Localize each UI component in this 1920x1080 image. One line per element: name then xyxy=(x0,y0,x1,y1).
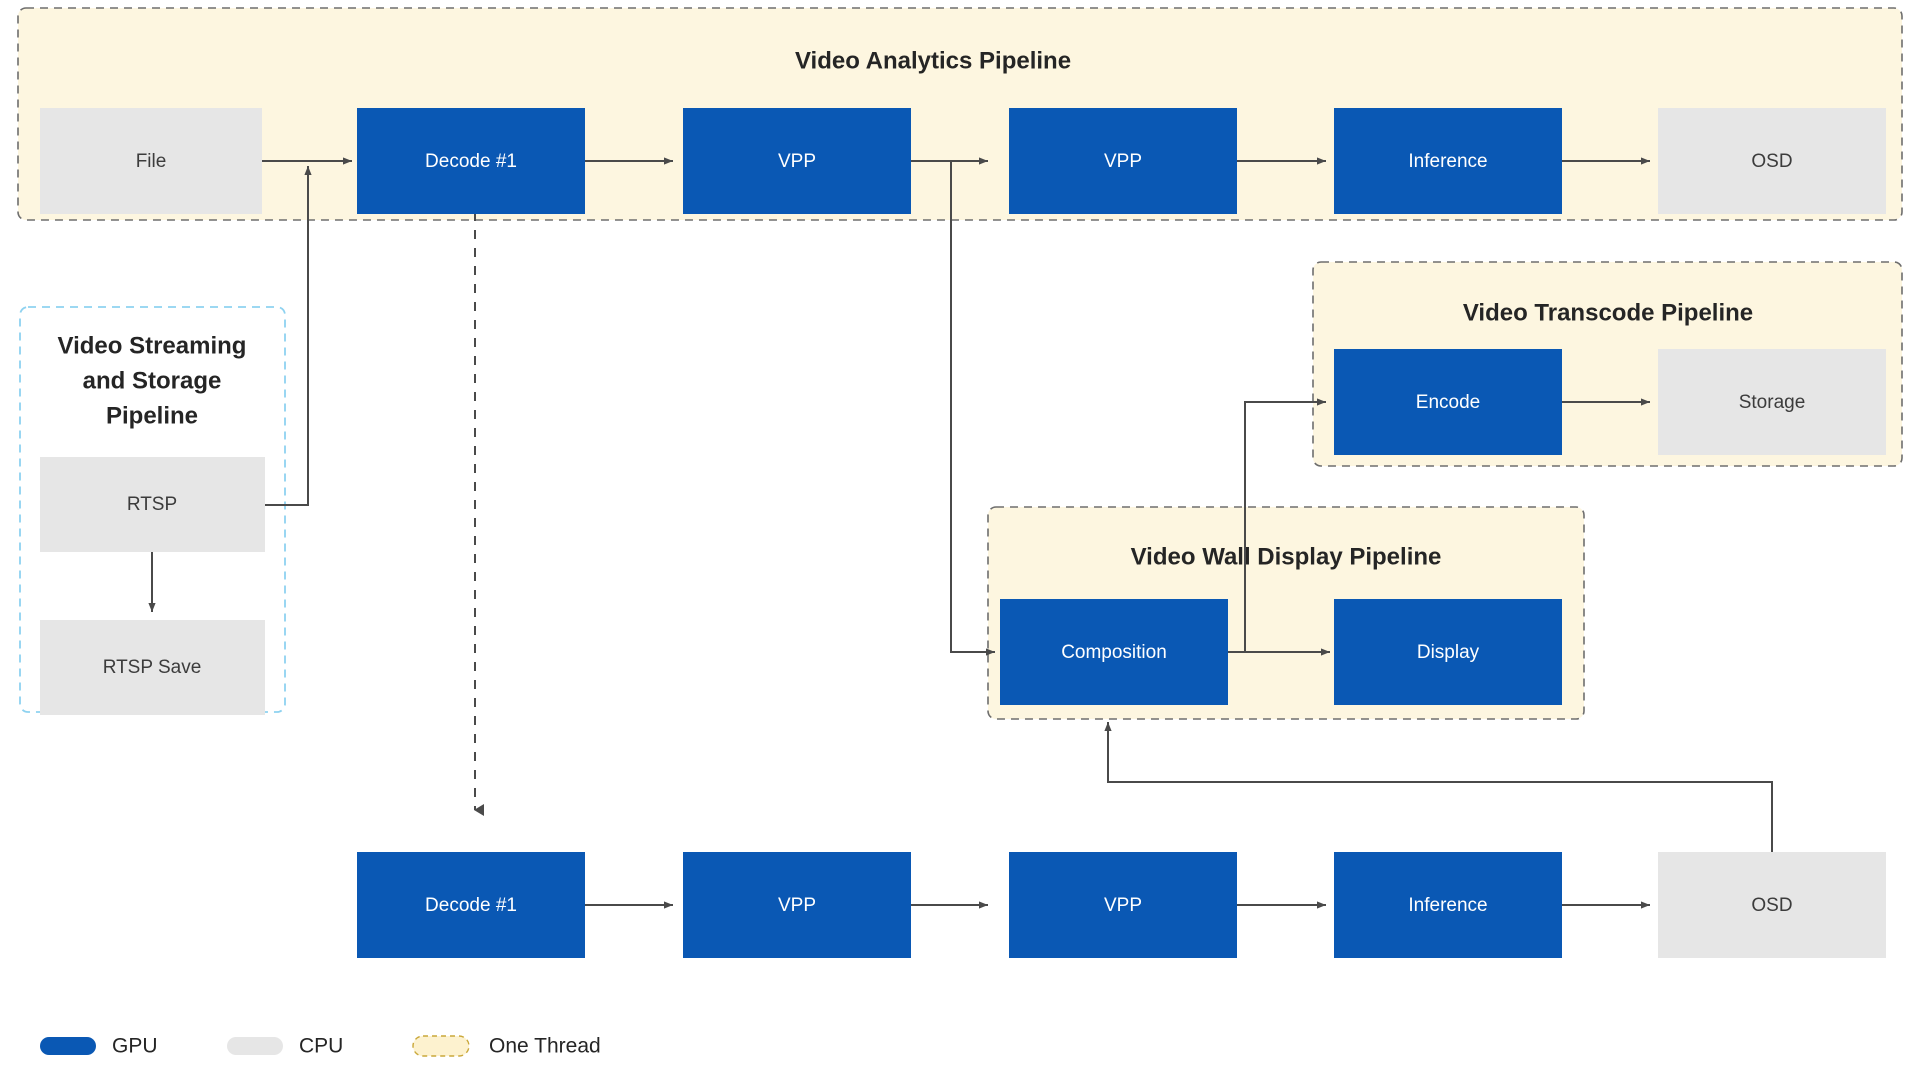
node-composition-label: Composition xyxy=(1061,642,1167,663)
group-streaming-title-line-2: and Storage xyxy=(83,367,222,394)
legend-item-cpu: CPU xyxy=(227,1035,343,1058)
group-streaming-title-line-3: Pipeline xyxy=(106,402,198,429)
node-streaming-rtsp[interactable]: RTSP xyxy=(40,457,265,552)
group-video-analytics-pipeline: Video Analytics Pipeline xyxy=(17,7,1903,221)
node-videowall-composition[interactable]: Composition xyxy=(1000,599,1228,705)
group-analytics-frame xyxy=(17,7,1903,221)
diagram-canvas: Video Analytics Pipeline Video Transcode… xyxy=(0,0,1920,1080)
group-streaming-title-line-1: Video Streaming xyxy=(58,332,247,359)
node-transcode-storage[interactable]: Storage xyxy=(1658,349,1886,455)
legend-swatch-one-thread xyxy=(412,1035,470,1057)
pipeline-diagram: Video Analytics Pipeline Video Transcode… xyxy=(17,7,1903,1058)
legend: GPU CPU One Thread xyxy=(40,1035,601,1058)
legend-item-one-thread: One Thread xyxy=(412,1035,601,1058)
edge-bottom-osd-to-composition xyxy=(1104,722,1773,853)
node-videowall-display[interactable]: Display xyxy=(1334,599,1562,705)
node-bottom-inference-label: Inference xyxy=(1408,895,1487,916)
node-streaming-rtsp-save[interactable]: RTSP Save xyxy=(40,620,265,715)
node-analytics-vpp-2[interactable]: VPP xyxy=(1009,108,1237,214)
node-analytics-decode-1[interactable]: Decode #1 xyxy=(357,108,585,214)
node-analytics-vpp-1[interactable]: VPP xyxy=(683,108,911,214)
group-transcode-title: Video Transcode Pipeline xyxy=(1463,299,1753,326)
group-analytics-title: Video Analytics Pipeline xyxy=(795,47,1071,74)
node-transcode-encode[interactable]: Encode xyxy=(1334,349,1562,455)
node-rtsp-label: RTSP xyxy=(127,494,177,515)
node-bottom-osd-label: OSD xyxy=(1751,895,1792,916)
node-display-label: Display xyxy=(1417,642,1480,663)
node-encode-label: Encode xyxy=(1416,392,1480,413)
node-bottom-osd[interactable]: OSD xyxy=(1658,852,1886,958)
node-bottom-vpp-1[interactable]: VPP xyxy=(683,852,911,958)
node-vpp2-label: VPP xyxy=(1104,151,1142,172)
node-analytics-inference[interactable]: Inference xyxy=(1334,108,1562,214)
node-bottom-vpp2-label: VPP xyxy=(1104,895,1142,916)
node-vpp1-label: VPP xyxy=(778,151,816,172)
legend-label-cpu: CPU xyxy=(299,1035,343,1058)
node-bottom-vpp1-label: VPP xyxy=(778,895,816,916)
legend-swatch-gpu xyxy=(40,1037,96,1055)
node-osd-label: OSD xyxy=(1751,151,1792,172)
node-rtsp-save-label: RTSP Save xyxy=(103,657,202,678)
legend-label-gpu: GPU xyxy=(112,1035,158,1058)
node-analytics-file[interactable]: File xyxy=(40,108,262,214)
node-bottom-vpp-2[interactable]: VPP xyxy=(1009,852,1237,958)
legend-label-one-thread: One Thread xyxy=(489,1035,601,1058)
group-videowall-title: Video Wall Display Pipeline xyxy=(1131,543,1442,570)
node-bottom-decode-label: Decode #1 xyxy=(425,895,517,916)
node-bottom-decode-1[interactable]: Decode #1 xyxy=(357,852,585,958)
node-decode-label: Decode #1 xyxy=(425,151,517,172)
node-analytics-osd[interactable]: OSD xyxy=(1658,108,1886,214)
legend-item-gpu: GPU xyxy=(40,1035,158,1058)
node-file-label: File xyxy=(136,151,167,172)
legend-swatch-cpu xyxy=(227,1037,283,1055)
node-inference-label: Inference xyxy=(1408,151,1487,172)
node-bottom-inference[interactable]: Inference xyxy=(1334,852,1562,958)
node-storage-label: Storage xyxy=(1739,392,1806,413)
